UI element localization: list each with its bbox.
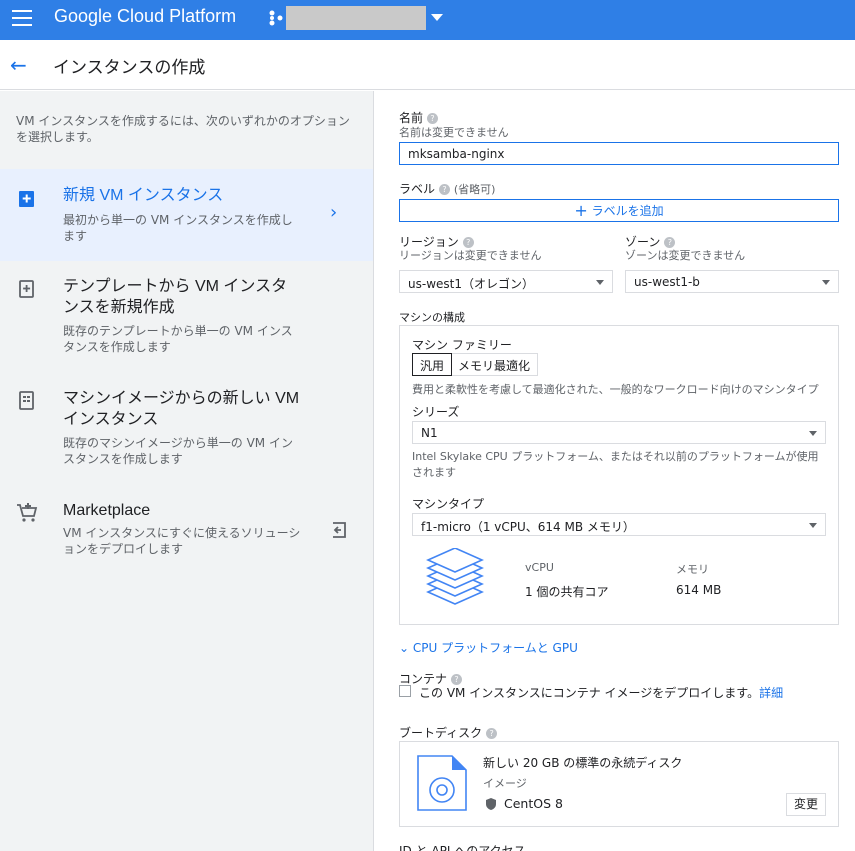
chevron-double-down-icon: ⌄ [399,641,410,655]
zone-select[interactable]: us-west1-b [625,270,839,293]
series-label: シリーズ [412,405,460,419]
chevron-down-icon[interactable] [431,14,443,21]
option-desc: VM インスタンスにすぐに使えるソリューションをデプロイします [63,526,301,556]
region-sub: リージョンは変更できません [399,249,542,262]
tab-memory-optimized[interactable]: メモリ最適化 [451,354,537,375]
name-input[interactable]: mksamba-nginx [399,142,839,165]
dropdown-arrow-icon [822,280,830,285]
machine-family-desc: 費用と柔軟性を考慮して最適化された、一般的なワークロード向けのマシンタイプ [412,383,819,396]
creation-options-panel: VM インスタンスを作成するには、次のいずれかのオプションを選択します。 新規 … [0,91,374,851]
option-title: テンプレートから VM インスタンスを新規作成 [63,278,288,316]
machine-image-icon [19,391,34,410]
disk-icon [417,755,467,811]
zone-sub: ゾーンは変更できません [625,249,746,262]
option-desc: 最初から単一の VM インスタンスを作成します [63,213,293,243]
option-from-template[interactable]: テンプレートから VM インスタンスを新規作成 既存のテンプレートから単一の V… [0,261,373,373]
change-boot-disk-button[interactable]: 変更 [786,793,826,816]
chevron-right-icon: › [330,202,338,223]
add-box-icon [19,191,34,207]
page-title: インスタンスの作成 [53,58,206,77]
boot-disk-label: ブートディスク? [399,724,498,741]
machine-type-label: マシンタイプ [412,497,485,511]
option-new-vm-instance[interactable]: 新規 VM インスタンス 最初から単一の VM インスタンスを作成します › [0,169,373,261]
open-external-icon [333,522,346,538]
plus-icon: + [574,201,588,220]
tab-general-purpose[interactable]: 汎用 [412,353,453,376]
help-icon[interactable]: ? [439,184,451,195]
cpu-platform-gpu-link[interactable]: ⌄ CPU プラットフォームと GPU [399,639,578,656]
help-icon[interactable]: ? [427,113,439,124]
machine-layers-icon [426,548,484,605]
dropdown-arrow-icon [809,523,817,528]
memory-value: 614 MB [676,583,722,597]
dropdown-arrow-icon [596,280,604,285]
project-hexagon-icon[interactable] [268,9,284,27]
image-label: イメージ [483,777,527,790]
image-value: CentOS 8 [504,796,563,811]
series-select[interactable]: N1 [412,421,826,444]
machine-type-select[interactable]: f1-micro（1 vCPU、614 MB メモリ） [412,513,826,536]
name-sub: 名前は変更できません [399,126,509,139]
boot-disk-title: 新しい 20 GB の標準の永続ディスク [483,756,683,770]
options-intro: VM インスタンスを作成するには、次のいずれかのオプションを選択します。 [16,114,350,144]
shield-icon [486,798,496,810]
machine-config-label: マシンの構成 [399,311,465,324]
option-title: 新規 VM インスタンス [63,187,224,204]
help-icon[interactable]: ? [486,728,498,739]
add-label-button[interactable]: + ラベルを追加 [399,199,839,222]
template-add-icon [19,280,34,298]
option-title: Marketplace [63,502,151,519]
top-app-bar: Google Cloud Platform [0,0,855,40]
vcpu-value: 1 個の共有コア [525,585,609,599]
container-checkbox[interactable] [399,685,411,697]
project-selector[interactable] [286,6,426,30]
page-header: ← インスタンスの作成 [0,40,855,90]
hamburger-icon[interactable] [12,10,34,28]
vcpu-label: vCPU [525,561,554,574]
series-desc: Intel Skylake CPU プラットフォーム、またはそれ以前のプラットフ… [412,450,819,479]
container-checkbox-label: この VM インスタンスにコンテナ イメージをデプロイします。詳細 [419,686,784,700]
region-select[interactable]: us-west1（オレゴン） [399,270,613,293]
option-title: マシンイメージからの新しい VM インスタンス [63,390,300,428]
machine-family-label: マシン ファミリー [412,338,512,352]
identity-api-access-label: ID と API へのアクセス [399,844,526,851]
dropdown-arrow-icon [809,431,817,436]
memory-label: メモリ [676,563,709,576]
labels-label: ラベル? (省略可) [399,182,496,196]
option-marketplace[interactable]: Marketplace VM インスタンスにすぐに使えるソリューションをデプロイ… [0,485,373,575]
cart-icon [17,503,38,522]
container-learn-more-link[interactable]: 詳細 [759,686,783,700]
arrow-left-icon[interactable]: ← [10,55,27,75]
machine-family-tabs: 汎用 メモリ最適化 [412,353,539,376]
option-desc: 既存のマシンイメージから単一の VM インスタンスを作成します [63,436,293,466]
brand-title[interactable]: Google Cloud Platform [54,6,236,27]
option-from-machine-image[interactable]: マシンイメージからの新しい VM インスタンス 既存のマシンイメージから単一の … [0,373,373,485]
option-desc: 既存のテンプレートから単一の VM インスタンスを作成します [63,324,293,354]
